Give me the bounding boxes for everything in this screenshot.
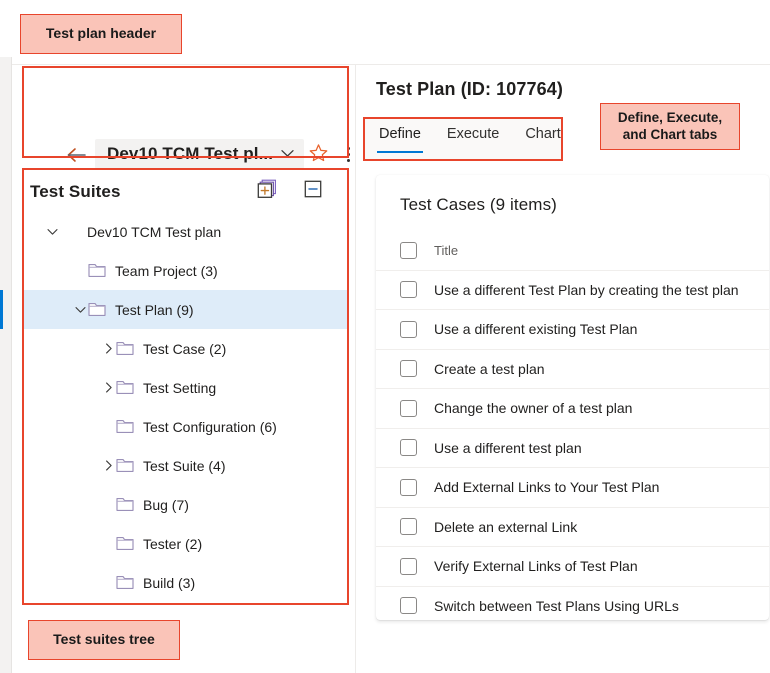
table-row[interactable]: Use a different Test Plan by creating th… bbox=[376, 271, 769, 310]
tree-item-label: Test Configuration (6) bbox=[143, 418, 277, 435]
callout-test-suites-tree-label: Test suites tree bbox=[53, 631, 155, 648]
tree-item-test-configuration-6[interactable]: Test Configuration (6) bbox=[22, 407, 349, 446]
tree-item-label: Team Project (3) bbox=[115, 262, 218, 279]
folder-icon bbox=[116, 497, 134, 512]
tree-item-team-project-3[interactable]: Team Project (3) bbox=[22, 251, 349, 290]
test-cases-list: Title Use a different Test Plan by creati… bbox=[376, 231, 769, 620]
folder-icon bbox=[116, 536, 134, 551]
select-all-checkbox[interactable] bbox=[400, 241, 417, 259]
row-checkbox[interactable] bbox=[400, 439, 417, 457]
tree-item-label: Test Setting bbox=[143, 379, 217, 396]
tree-item-dev10-tcm-test-plan[interactable]: Dev10 TCM Test plan bbox=[22, 212, 349, 251]
folder-icon bbox=[116, 458, 134, 473]
row-checkbox[interactable] bbox=[400, 557, 417, 575]
folder-icon bbox=[88, 263, 106, 278]
chevron-down-icon bbox=[281, 145, 294, 163]
collapse-all-icon[interactable] bbox=[304, 180, 323, 203]
folder-icon bbox=[88, 302, 106, 317]
table-header-row: Title bbox=[376, 231, 769, 271]
test-suites-title: Test Suites bbox=[30, 182, 121, 201]
tree-item-label: Dev10 TCM Test plan bbox=[87, 223, 222, 240]
folder-icon bbox=[116, 419, 134, 434]
row-checkbox[interactable] bbox=[400, 399, 417, 417]
tree-item-label: Test Suite (4) bbox=[143, 457, 226, 474]
tab-define[interactable]: Define bbox=[377, 117, 423, 153]
test-case-title: Add External Links to Your Test Plan bbox=[434, 479, 660, 496]
tree-item-tester-2[interactable]: Tester (2) bbox=[22, 524, 349, 563]
tab-chart[interactable]: Chart bbox=[523, 117, 562, 153]
test-case-title: Create a test plan bbox=[434, 360, 545, 377]
page-title: Test Plan (ID: 107764) bbox=[376, 79, 563, 99]
callout-test-plan-header: Test plan header bbox=[20, 14, 182, 54]
tab-label: Execute bbox=[446, 126, 500, 142]
chevron-down-icon[interactable] bbox=[72, 302, 88, 318]
callout-tabs-label: Define, Execute, and Chart tabs bbox=[617, 110, 723, 142]
test-case-title: Use a different test plan bbox=[434, 439, 582, 456]
column-header-title: Title bbox=[434, 242, 459, 258]
tree-item-test-case-2[interactable]: Test Case (2) bbox=[22, 329, 349, 368]
chevron-down-icon[interactable] bbox=[44, 224, 60, 240]
more-vertical-icon[interactable] bbox=[339, 142, 357, 166]
row-checkbox[interactable] bbox=[400, 320, 417, 338]
tab-label: Define bbox=[379, 126, 421, 142]
expand-all-icon[interactable] bbox=[257, 179, 278, 204]
test-case-title: Delete an external Link bbox=[434, 518, 578, 535]
folder-icon bbox=[116, 575, 134, 590]
test-case-title: Use a different existing Test Plan bbox=[434, 321, 638, 338]
test-case-title: Change the owner of a test plan bbox=[434, 400, 633, 417]
tree-item-label: Build (3) bbox=[143, 574, 196, 591]
table-row[interactable]: Use a different test plan bbox=[376, 429, 769, 468]
row-checkbox[interactable] bbox=[400, 597, 417, 615]
callout-tabs: Define, Execute, and Chart tabs bbox=[600, 103, 740, 150]
tree-item-build-3[interactable]: Build (3) bbox=[22, 563, 349, 602]
chevron-right-icon[interactable] bbox=[100, 458, 116, 474]
callout-test-suites-tree: Test suites tree bbox=[28, 620, 180, 660]
tree-item-label: Bug (7) bbox=[143, 496, 189, 513]
window-left-gutter bbox=[13, 57, 20, 673]
chevron-right-icon[interactable] bbox=[100, 341, 116, 357]
row-checkbox[interactable] bbox=[400, 281, 417, 299]
row-checkbox[interactable] bbox=[400, 360, 417, 378]
table-row[interactable]: Change the owner of a test plan bbox=[376, 389, 769, 429]
test-cases-title: Test Cases (9 items) bbox=[400, 195, 557, 214]
tree-item-label: Tester (2) bbox=[143, 535, 203, 552]
test-case-title: Switch between Test Plans Using URLs bbox=[434, 597, 679, 614]
top-divider bbox=[12, 64, 770, 65]
back-arrow-icon[interactable] bbox=[62, 141, 90, 169]
test-case-title: Verify External Links of Test Plan bbox=[434, 558, 638, 575]
tab-strip: Define Execute Chart bbox=[363, 117, 563, 161]
tab-execute[interactable]: Execute bbox=[445, 117, 501, 153]
callout-test-plan-header-label: Test plan header bbox=[45, 25, 157, 42]
tree-item-label: Test Plan (9) bbox=[115, 301, 194, 318]
test-suites-header: Test Suites bbox=[30, 176, 342, 208]
window-left-edge-strip bbox=[0, 57, 12, 673]
table-row[interactable]: Use a different existing Test Plan bbox=[376, 310, 769, 350]
test-plan-header: Dev10 TCM Test pl... Aug 23 - Aug 30 Pas… bbox=[22, 66, 350, 222]
row-checkbox[interactable] bbox=[400, 478, 417, 496]
test-plan-title: Dev10 TCM Test pl... bbox=[107, 144, 274, 163]
chevron-right-icon[interactable] bbox=[100, 380, 116, 396]
tree-item-label: Test Case (2) bbox=[143, 340, 227, 357]
tree-item-test-plan-9[interactable]: Test Plan (9) bbox=[0, 290, 349, 329]
test-plan-title-selector[interactable]: Dev10 TCM Test pl... bbox=[95, 139, 305, 169]
test-case-title: Use a different Test Plan by creating th… bbox=[434, 281, 739, 298]
tree-item-test-setting[interactable]: Test Setting bbox=[22, 368, 349, 407]
table-row[interactable]: Create a test plan bbox=[376, 350, 769, 389]
folder-icon bbox=[116, 341, 134, 356]
tree-item-bug-7[interactable]: Bug (7) bbox=[22, 485, 349, 524]
table-row[interactable]: Add External Links to Your Test Plan bbox=[376, 468, 769, 508]
selected-row-accent-bar bbox=[0, 290, 3, 329]
table-row[interactable]: Switch between Test Plans Using URLs bbox=[376, 587, 769, 621]
test-cases-card: Test Cases (9 items) Title Use a differen… bbox=[376, 175, 769, 620]
tree-item-test-suite-4[interactable]: Test Suite (4) bbox=[22, 446, 349, 485]
row-checkbox[interactable] bbox=[400, 518, 417, 536]
folder-icon bbox=[116, 380, 134, 395]
test-suites-tree: Dev10 TCM Test plan Team Project (3) Test … bbox=[0, 212, 349, 602]
star-icon[interactable] bbox=[307, 142, 331, 166]
table-row[interactable]: Verify External Links of Test Plan bbox=[376, 547, 769, 587]
table-row[interactable]: Delete an external Link bbox=[376, 508, 769, 547]
tab-label: Chart bbox=[525, 126, 561, 142]
